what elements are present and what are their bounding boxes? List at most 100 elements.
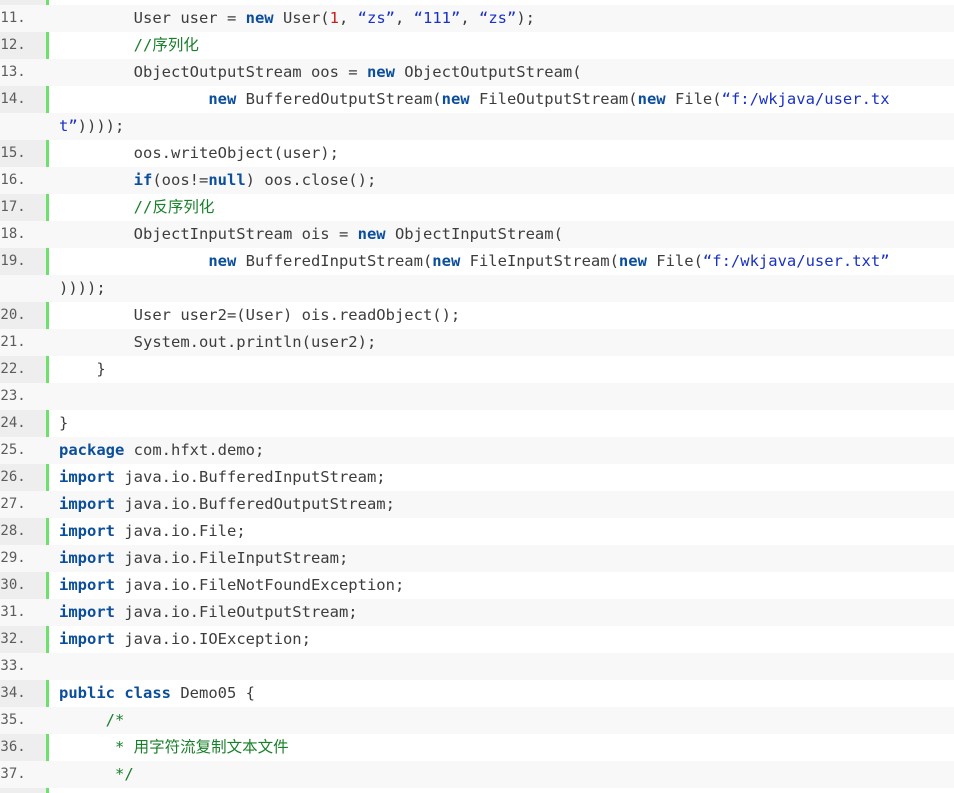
code-token: User( — [273, 9, 330, 27]
string-token: “f:/wkjava/user.txt” — [702, 252, 890, 270]
code-line: 132. import java.io.IOException; — [0, 626, 954, 653]
code-line: 119. new BufferedInputStream(new FileInp… — [0, 248, 954, 275]
code-token: java.io.FileOutputStream; — [115, 603, 358, 621]
code-line: 126. import java.io.BufferedInputStream; — [0, 464, 954, 491]
line-number: 116. — [0, 172, 26, 188]
code-text: package com.hfxt.demo; — [59, 437, 264, 464]
code-text: import java.io.IOException; — [59, 626, 311, 653]
code-text: new BufferedOutputStream(new FileOutputS… — [59, 86, 890, 113]
code-line: 125. package com.hfxt.demo; — [0, 437, 954, 464]
line-number: 122. — [0, 361, 26, 377]
line-number: 126. — [0, 469, 26, 485]
code-line: 129. import java.io.FileInputStream; — [0, 545, 954, 572]
keyword-token: new — [366, 63, 395, 81]
code-token: ObjectInputStream ois = — [59, 225, 358, 243]
keyword-token: new — [245, 9, 274, 27]
code-text: //反序列化 — [59, 194, 215, 221]
code-token: java.io.File; — [115, 522, 246, 540]
code-token: File( — [646, 252, 703, 270]
keyword-token: package — [59, 441, 125, 459]
code-line: 117. //反序列化 — [0, 194, 954, 221]
string-token: “f:/wkjava/user.tx — [721, 90, 890, 108]
keyword-token: new — [357, 225, 386, 243]
code-token: FileInputStream( — [460, 252, 619, 270]
code-line: 113. ObjectOutputStream oos = new Object… — [0, 59, 954, 86]
code-text: public class Demo05 { — [59, 680, 255, 707]
code-token: ) oos.close(); — [245, 171, 377, 189]
code-line: 118. ObjectInputStream ois = new ObjectI… — [0, 221, 954, 248]
code-line: 121. System.out.println(user2); — [0, 329, 954, 356]
keyword-token: import — [59, 603, 115, 621]
line-number: 119. — [0, 253, 26, 269]
code-text: import java.io.FileNotFoundException; — [59, 572, 404, 599]
keyword-token: new — [618, 252, 647, 270]
code-line: 115. oos.writeObject(user); — [0, 140, 954, 167]
code-line: 122. } — [0, 356, 954, 383]
keyword-token: new — [208, 252, 237, 270]
keyword-token: null — [208, 171, 246, 189]
code-text: User user = new User(1, “zs”, “111”, “zs… — [59, 5, 535, 32]
code-line: 137. */ — [0, 761, 954, 788]
keyword-token: new — [637, 90, 666, 108]
code-text: new BufferedInputStream(new FileInputStr… — [59, 248, 890, 275]
keyword-token: new — [208, 90, 237, 108]
line-number: 125. — [0, 442, 26, 458]
code-token: } — [59, 360, 106, 378]
line-number: 137. — [0, 766, 26, 782]
keyword-token: import — [59, 576, 115, 594]
line-number: 117. — [0, 199, 26, 215]
code-token: )))); — [59, 279, 106, 297]
code-line: 131. import java.io.FileOutputStream; — [0, 599, 954, 626]
code-token: java.io.FileNotFoundException; — [115, 576, 405, 594]
code-token: java.io.FileInputStream; — [115, 549, 349, 567]
line-number: 135. — [0, 712, 26, 728]
line-number: 131. — [0, 604, 26, 620]
line-number: 129. — [0, 550, 26, 566]
comment-token: /* — [59, 711, 125, 729]
keyword-token: public — [59, 684, 115, 702]
code-line: 111. User user = new User(1, “zs”, “111”… — [0, 5, 954, 32]
line-number: 128. — [0, 523, 26, 539]
code-token: System.out.println(user2); — [59, 333, 377, 351]
keyword-token: import — [59, 630, 115, 648]
code-line: 130. import java.io.FileNotFoundException… — [0, 572, 954, 599]
code-text: import java.io.BufferedInputStream; — [59, 464, 386, 491]
line-number: 127. — [0, 496, 26, 512]
code-text: import java.io.FileOutputStream; — [59, 599, 358, 626]
code-line: 116. if(oos!=null) oos.close(); — [0, 167, 954, 194]
code-token: User user2=(User) ois.readObject(); — [59, 306, 461, 324]
comment-token: * 用字符流复制文本文件 — [59, 738, 289, 756]
code-token: Demo05 { — [171, 684, 256, 702]
code-token: ); — [516, 9, 535, 27]
code-text: import java.io.BufferedOutputStream; — [59, 491, 395, 518]
line-number: 113. — [0, 64, 26, 80]
comment-token: */ — [59, 765, 134, 783]
code-line: 135. /* — [0, 707, 954, 734]
code-token: ObjectOutputStream oos = — [59, 63, 367, 81]
code-text: */ — [59, 761, 134, 788]
code-token: java.io.BufferedOutputStream; — [115, 495, 395, 513]
code-text: } — [59, 410, 68, 437]
code-token: (oos!= — [152, 171, 209, 189]
code-token: , — [338, 9, 358, 27]
code-token: } — [59, 414, 69, 432]
code-token: com.hfxt.demo; — [124, 441, 265, 459]
code-line: 127. import java.io.BufferedOutputStream; — [0, 491, 954, 518]
code-text: } — [59, 356, 106, 383]
code-token: User user = — [59, 9, 246, 27]
code-line: 128. import java.io.File; — [0, 518, 954, 545]
line-number: 133. — [0, 658, 26, 674]
code-line: 136. * 用字符流复制文本文件 — [0, 734, 954, 761]
code-line: )))); — [0, 275, 954, 302]
code-text: * 用字符流复制文本文件 — [59, 734, 289, 761]
string-token: t” — [59, 117, 78, 135]
string-token: “111” — [413, 9, 461, 27]
comment-token: //反序列化 — [59, 198, 215, 216]
code-text: import java.io.FileInputStream; — [59, 545, 348, 572]
line-number: 130. — [0, 577, 26, 593]
code-block: 111. User user = new User(1, “zs”, “111”… — [0, 0, 954, 793]
code-text: )))); — [59, 275, 106, 302]
